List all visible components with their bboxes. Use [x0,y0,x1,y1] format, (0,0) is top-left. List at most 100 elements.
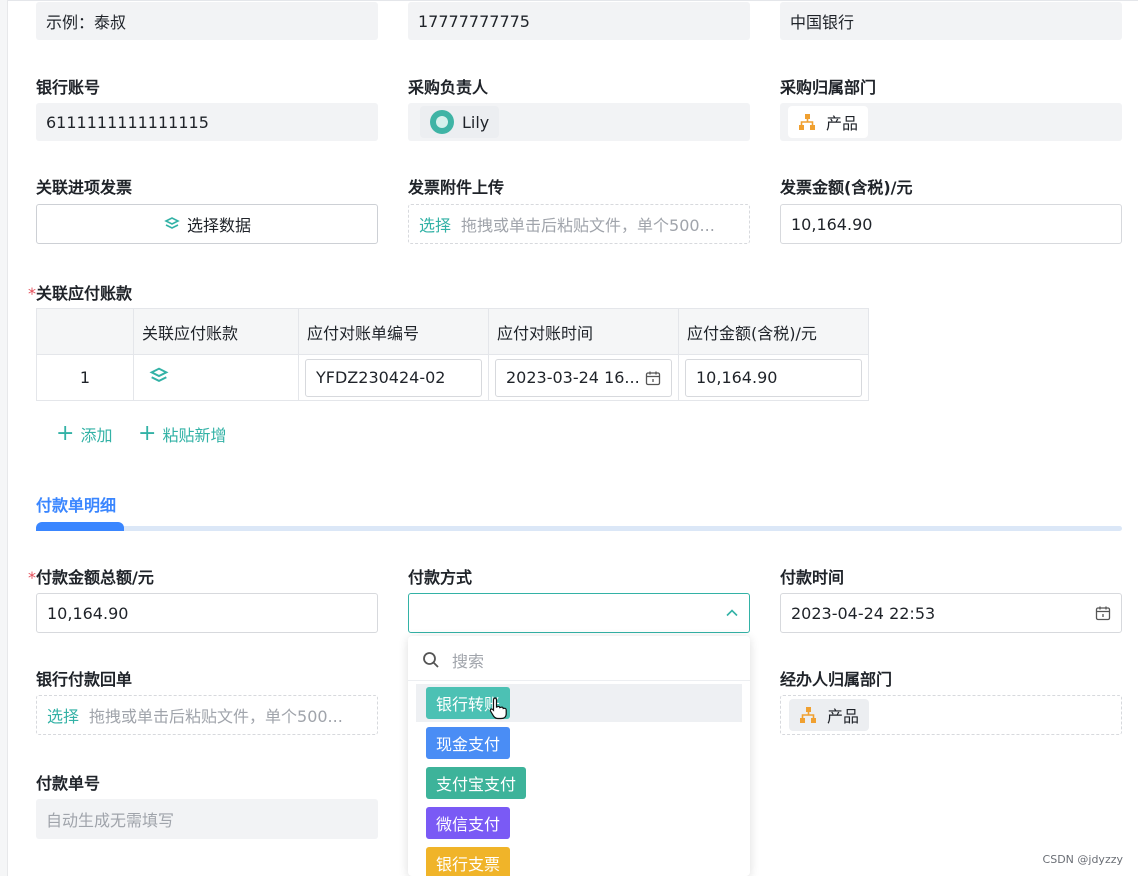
bank-value: 中国银行 [790,13,855,32]
chevron-up-icon [726,609,738,617]
table-header-linked: 关联应付账款 [133,308,299,355]
dept-name: 产品 [827,707,860,726]
receipt-upload-area[interactable]: 选择 拖拽或单击后粘贴文件，单个500... [36,695,378,735]
paste-add-button[interactable]: + 粘贴新增 [138,422,226,446]
amount-input[interactable]: 10,164.90 [685,358,862,397]
bank-account-label: 银行账号 [36,78,101,97]
purchase-owner-label: 采购负责人 [408,78,489,97]
dept-name: 产品 [826,114,859,133]
pay-time-value: 2023-04-24 22:53 [791,603,936,623]
linked-invoice-label: 关联进项发票 [36,178,133,197]
phone-field: 17777777775 [408,2,750,40]
dept-chip: 产品 [788,106,869,138]
invoice-amount-input[interactable]: 10,164.90 [780,204,1122,244]
purchase-owner-field: Lily [408,103,750,141]
search-icon [423,652,439,668]
invoice-amount-label: 发票金额(含税)/元 [780,178,913,197]
amount-value: 10,164.90 [696,368,778,387]
upload-select-link[interactable]: 选择 [47,703,79,727]
upload-select-link[interactable]: 选择 [419,212,451,236]
link-icon[interactable] [148,365,170,387]
add-label: 添加 [80,426,113,445]
bill-no-input[interactable]: YFDZ230424-02 [305,358,482,397]
pay-no-label: 付款单号 [36,774,101,793]
paste-add-label: 粘贴新增 [162,426,227,445]
section-tab-indicator [36,522,124,531]
option-tag: 银行支票 [426,847,511,876]
hand-cursor-icon [489,697,507,720]
contact-value: 示例：泰叔 [46,13,127,32]
table-header-row: 关联应付账款 应付对账单编号 应付对账时间 应付金额(含税)/元 [36,308,869,355]
row-date-cell: 2023-03-24 16... [488,354,679,401]
payable-table: 关联应付账款 应付对账单编号 应付对账时间 应付金额(含税)/元 1 YFDZ2… [36,308,869,401]
link-icon [164,217,180,229]
org-chart-icon [800,707,816,723]
pay-time-label: 付款时间 [780,568,845,587]
table-header-date: 应付对账时间 [488,308,679,355]
pay-time-input[interactable]: 2023-04-24 22:53 [780,593,1122,633]
pay-total-label: *付款金额总额/元 [28,564,154,588]
handler-dept-field[interactable]: 产品 [780,695,1122,735]
owner-chip: Lily [420,106,500,138]
table-header-index [36,308,134,355]
row-amount-cell: 10,164.90 [678,354,869,401]
plus-icon: + [138,421,157,446]
calendar-icon[interactable] [645,370,661,386]
org-chart-icon [799,114,815,130]
bank-field: 中国银行 [780,2,1122,40]
dept-chip: 产品 [789,699,870,731]
row-bill-no-cell: YFDZ230424-02 [298,354,489,401]
option-wechat[interactable]: 微信支付 [416,804,742,842]
pay-total-text: 付款金额总额/元 [36,568,154,587]
bill-no-value: YFDZ230424-02 [316,368,446,387]
pay-method-select[interactable] [408,593,750,633]
select-data-label: 选择数据 [186,216,251,235]
row-index: 1 [36,354,134,401]
bank-account-field: 6111111111111115 [36,103,378,141]
phone-value: 17777777775 [418,11,530,31]
invoice-attachment-label: 发票附件上传 [408,178,505,197]
pay-no-field: 自动生成无需填写 [36,799,378,839]
section-title[interactable]: 付款单明细 [36,492,116,516]
option-tag: 支付宝支付 [426,767,527,799]
add-row-button[interactable]: + 添加 [56,422,112,446]
option-cash[interactable]: 现金支付 [416,724,742,762]
date-value: 2023-03-24 16... [506,368,640,387]
bank-account-value: 6111111111111115 [46,112,209,132]
left-gutter [0,0,8,876]
option-bank-transfer[interactable]: 银行转账 [416,684,742,722]
watermark: CSDN @jdyzzy [1042,853,1123,866]
select-data-button[interactable]: 选择数据 [36,204,378,244]
linked-payable-text: 关联应付账款 [36,284,133,303]
linked-payable-label: *关联应付账款 [28,280,132,304]
date-input[interactable]: 2023-03-24 16... [495,358,672,397]
option-tag: 现金支付 [426,727,511,759]
section-tab-track [36,526,1122,531]
bank-receipt-label: 银行付款回单 [36,670,133,689]
pay-no-placeholder: 自动生成无需填写 [46,811,175,830]
table-header-bill-no: 应付对账单编号 [298,308,489,355]
table-row: 1 YFDZ230424-02 2023-03-24 16... 10,164.… [36,354,869,401]
search-placeholder: 搜索 [452,652,485,671]
owner-name: Lily [462,112,490,132]
invoice-upload-area[interactable]: 选择 拖拽或单击后粘贴文件，单个500... [408,204,750,244]
dropdown-search[interactable]: 搜索 [422,648,484,672]
required-mark: * [28,568,36,587]
table-header-amount: 应付金额(含税)/元 [678,308,869,355]
option-alipay[interactable]: 支付宝支付 [416,764,742,802]
pay-total-value: 10,164.90 [47,603,129,623]
option-bank-check[interactable]: 银行支票 [416,844,742,876]
required-mark: * [28,284,36,303]
invoice-amount-value: 10,164.90 [791,214,873,234]
purchase-dept-field: 产品 [780,103,1122,141]
dropdown-divider [408,680,750,681]
purchase-dept-label: 采购归属部门 [780,78,877,97]
avatar [430,110,454,134]
contact-field: 示例：泰叔 [36,2,378,40]
row-link-cell[interactable] [133,354,299,401]
pay-total-input[interactable]: 10,164.90 [36,593,378,633]
option-tag: 微信支付 [426,807,511,839]
pay-method-label: 付款方式 [408,568,473,587]
upload-hint: 拖拽或单击后粘贴文件，单个500... [89,707,343,726]
calendar-icon[interactable] [1095,605,1111,621]
